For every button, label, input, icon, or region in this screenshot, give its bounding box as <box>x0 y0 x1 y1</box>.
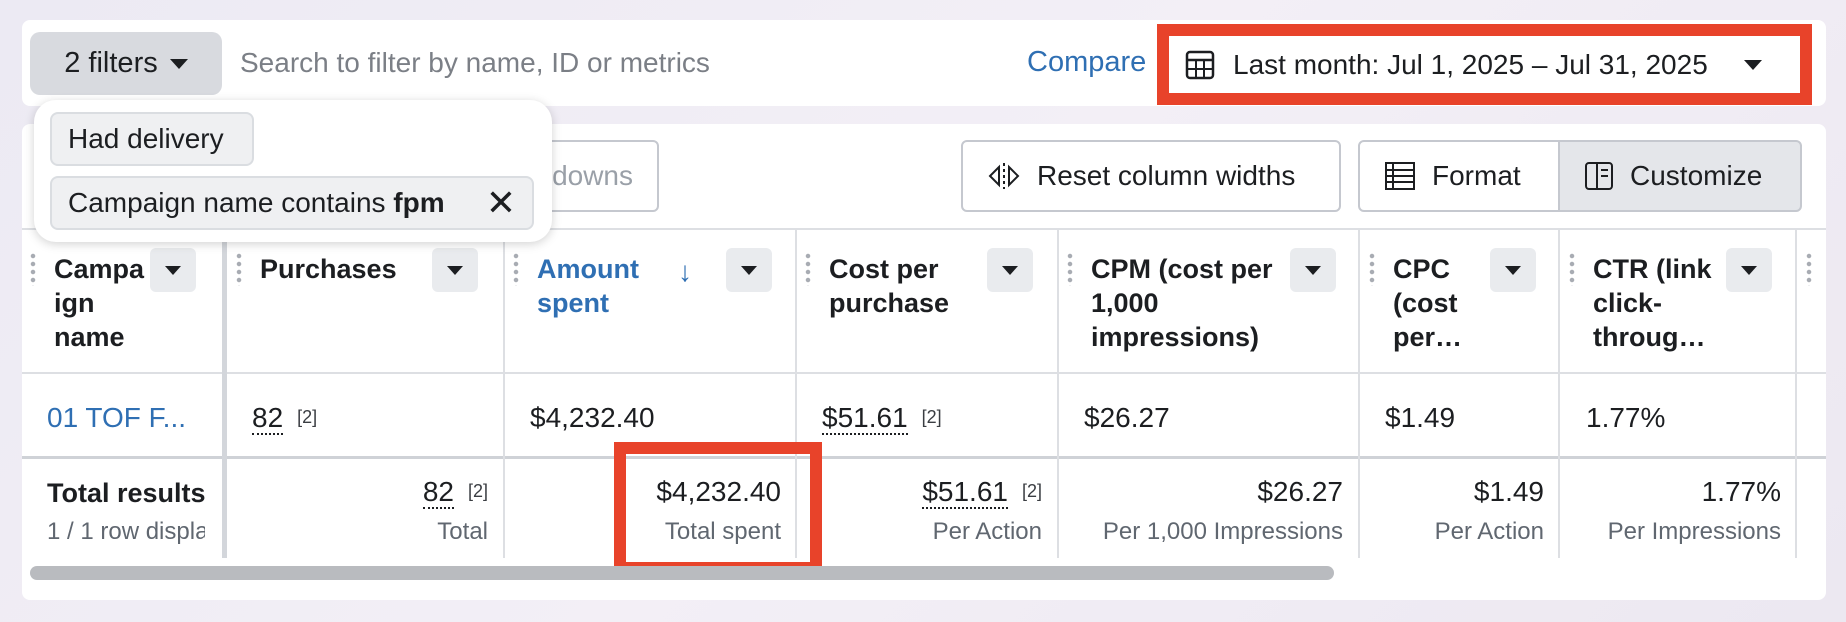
drag-handle-icon[interactable] <box>1067 252 1073 286</box>
customize-button[interactable]: Customize <box>1558 140 1802 212</box>
column-divider <box>1558 229 1560 558</box>
column-divider <box>503 229 505 558</box>
total-cpc-sublabel: Per Action <box>1434 518 1544 545</box>
column-menu-button[interactable] <box>150 248 196 292</box>
drag-handle-icon[interactable] <box>805 252 811 286</box>
column-menu-button[interactable] <box>1490 248 1536 292</box>
sort-descending-icon[interactable]: ↓ <box>678 256 692 288</box>
filter-chip-campaign-name[interactable]: Campaign name contains fpm ✕ <box>50 176 534 230</box>
close-icon[interactable]: ✕ <box>486 185 516 221</box>
cost-per-purchase-cell: $51.61 [2] <box>822 402 942 435</box>
total-cost-per-purchase: $51.61 [2] <box>840 476 1042 509</box>
total-cpm-sublabel: Per 1,000 Impressions <box>1102 518 1343 545</box>
column-menu-button[interactable] <box>432 248 478 292</box>
compare-link[interactable]: Compare <box>1027 46 1146 79</box>
column-divider <box>1057 229 1059 558</box>
table-divider <box>22 372 1826 374</box>
column-menu-button[interactable] <box>987 248 1033 292</box>
column-divider <box>1358 229 1360 558</box>
amount-spent-cell: $4,232.40 <box>530 402 655 433</box>
customize-label: Customize <box>1630 160 1763 191</box>
column-menu-button[interactable] <box>1290 248 1336 292</box>
horizontal-scrollbar[interactable] <box>30 566 1334 580</box>
breakdowns-label: downs <box>552 160 633 191</box>
reset-label: Reset column widths <box>1037 160 1296 191</box>
filters-popover: Had delivery Campaign name contains fpm … <box>34 100 552 242</box>
calendar-table-icon <box>1185 50 1215 80</box>
caret-down-icon <box>1741 265 1757 275</box>
column-header-cpc[interactable]: CPC (cost per… <box>1393 252 1462 354</box>
date-range-label: Last month: Jul 1, 2025 – Jul 31, 2025 <box>1233 49 1708 80</box>
total-cost-note: [2] <box>1021 481 1042 501</box>
total-cpc: $1.49 <box>1473 476 1544 507</box>
total-purchases-note: [2] <box>467 481 488 501</box>
filters-button[interactable]: 2 filters <box>30 32 222 95</box>
column-menu-button[interactable] <box>726 248 772 292</box>
total-ctr: 1.77% <box>1701 476 1781 507</box>
column-divider <box>222 229 227 558</box>
column-header-amount-spent[interactable]: Amount spent <box>537 252 639 320</box>
caret-down-icon <box>741 265 757 275</box>
drag-handle-icon[interactable] <box>1569 252 1575 286</box>
format-table-icon <box>1385 162 1415 190</box>
date-range-button[interactable]: Last month: Jul 1, 2025 – Jul 31, 2025 <box>1173 38 1797 92</box>
purchases-value[interactable]: 82 <box>252 402 284 435</box>
caret-down-icon <box>1505 265 1521 275</box>
filter-chip-prefix: Campaign name contains <box>68 187 394 218</box>
filter-chip-label: Campaign name contains fpm <box>68 187 445 219</box>
cost-per-purchase-value[interactable]: $51.61 <box>822 402 908 435</box>
format-label: Format <box>1432 160 1521 191</box>
total-purchases-value[interactable]: 82 <box>422 476 454 509</box>
rows-displayed-label: 1 / 1 row displayed <box>47 518 205 545</box>
amount-spent-highlight <box>614 442 822 574</box>
caret-down-icon <box>165 265 181 275</box>
cpm-cell: $26.27 <box>1084 402 1170 433</box>
format-button[interactable]: Format <box>1358 140 1560 212</box>
caret-down-icon <box>169 58 188 69</box>
search-input[interactable] <box>240 38 940 88</box>
cost-note: [2] <box>921 407 942 427</box>
column-menu-button[interactable] <box>1726 248 1772 292</box>
column-divider <box>1795 229 1797 558</box>
filter-chip-had-delivery[interactable]: Had delivery <box>50 112 254 166</box>
drag-handle-icon[interactable] <box>1369 252 1375 286</box>
caret-down-icon <box>1305 265 1321 275</box>
total-cost-sublabel: Per Action <box>932 518 1042 545</box>
column-header-cpm[interactable]: CPM (cost per 1,000 impressions) <box>1091 252 1273 354</box>
cpc-cell: $1.49 <box>1385 402 1456 433</box>
drag-handle-icon[interactable] <box>1806 252 1812 286</box>
total-purchases: 82 [2] <box>300 476 488 509</box>
customize-panel-icon <box>1585 162 1613 190</box>
caret-down-icon <box>447 265 463 275</box>
filter-chip-label: Had delivery <box>68 123 224 154</box>
total-purchases-sublabel: Total <box>437 518 488 545</box>
campaign-name-link[interactable]: 01 TOF F... <box>47 402 186 434</box>
table-divider <box>22 456 1826 459</box>
drag-handle-icon[interactable] <box>513 252 519 286</box>
purchases-cell: 82 [2] <box>252 402 318 435</box>
column-header-campaign-name[interactable]: Campa ign name <box>54 252 154 354</box>
reset-column-widths-button[interactable]: Reset column widths <box>961 140 1341 212</box>
total-results-label: Total results <box>47 478 205 508</box>
drag-handle-icon[interactable] <box>30 252 36 286</box>
caret-down-icon <box>1743 60 1762 70</box>
total-cpm: $26.27 <box>1257 476 1343 507</box>
ctr-cell: 1.77% <box>1586 402 1666 433</box>
column-resize-icon <box>988 163 1020 189</box>
purchases-note: [2] <box>297 407 318 427</box>
caret-down-icon <box>1002 265 1018 275</box>
column-header-cost-per-purchase[interactable]: Cost per purchase <box>829 252 949 320</box>
drag-handle-icon[interactable] <box>236 252 242 286</box>
filters-label: 2 filters <box>64 47 158 79</box>
filter-chip-value: fpm <box>393 187 445 218</box>
column-header-purchases[interactable]: Purchases <box>260 252 397 286</box>
column-header-ctr[interactable]: CTR (link click- throug… <box>1593 252 1712 354</box>
total-cost-value[interactable]: $51.61 <box>922 476 1008 509</box>
total-ctr-sublabel: Per Impressions <box>1607 518 1781 545</box>
